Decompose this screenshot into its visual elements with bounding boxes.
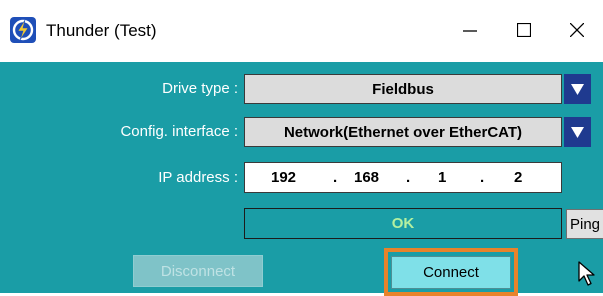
close-icon: [570, 23, 584, 37]
config-interface-label: Config. interface :: [120, 123, 238, 140]
drive-type-dropdown-button[interactable]: [564, 74, 591, 104]
maximize-icon: [517, 23, 531, 37]
title-bar: Thunder (Test): [0, 0, 603, 62]
close-button[interactable]: [551, 8, 603, 52]
thunder-logo-icon: [10, 17, 36, 43]
ip-octet-2[interactable]: 168: [354, 169, 379, 186]
drive-type-label: Drive type :: [162, 80, 238, 97]
dropdown-arrow-icon: [571, 83, 584, 95]
ip-octet-4[interactable]: 2: [514, 169, 522, 186]
ping-button[interactable]: Ping: [566, 209, 603, 239]
status-indicator: OK: [244, 208, 562, 239]
ip-separator: .: [333, 169, 338, 186]
ip-address-label: IP address :: [158, 169, 238, 186]
minimize-icon: [463, 30, 477, 32]
ip-octet-3[interactable]: 1: [438, 169, 446, 186]
ip-separator: .: [406, 169, 411, 186]
dropdown-arrow-icon: [571, 126, 584, 138]
minimize-button[interactable]: [444, 8, 496, 52]
ip-separator: .: [480, 169, 485, 186]
config-interface-dropdown-button[interactable]: [564, 117, 591, 147]
config-interface-select[interactable]: Network(Ethernet over EtherCAT): [244, 117, 562, 147]
ip-address-field[interactable]: 192 . 168 . 1 . 2: [244, 162, 562, 193]
maximize-button[interactable]: [498, 8, 550, 52]
connect-button[interactable]: Connect: [391, 256, 511, 289]
disconnect-button[interactable]: Disconnect: [133, 255, 263, 287]
window-title: Thunder (Test): [46, 21, 157, 40]
mouse-cursor-icon: [578, 261, 596, 287]
connect-highlight-frame: Connect: [384, 248, 518, 296]
ip-octet-1[interactable]: 192: [271, 169, 296, 186]
connection-panel: Drive type : Fieldbus Config. interface …: [0, 62, 603, 296]
drive-type-select[interactable]: Fieldbus: [244, 74, 562, 104]
